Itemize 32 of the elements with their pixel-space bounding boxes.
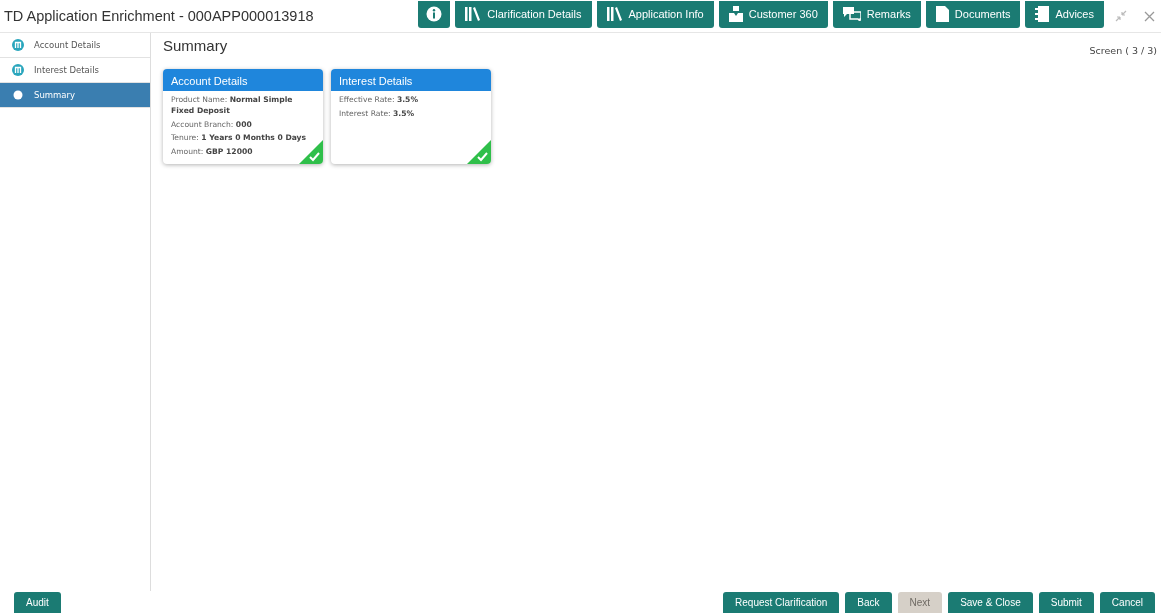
toolbar-button[interactable]: Clarification Details xyxy=(455,0,592,28)
card-header: Account Details xyxy=(163,69,323,91)
window-title: TD Application Enrichment - 000APP000013918 xyxy=(4,8,314,24)
footer-button[interactable]: Back xyxy=(845,592,892,613)
audit-button[interactable]: Audit xyxy=(14,592,61,613)
sidebar-item[interactable]: Account Details xyxy=(0,33,150,58)
notebook-icon xyxy=(1035,6,1050,22)
footer-button[interactable]: Submit xyxy=(1038,592,1094,613)
close-icon[interactable] xyxy=(1144,10,1155,22)
sidebar-item[interactable]: Summary xyxy=(0,83,150,108)
toolbar-button[interactable]: Application Info xyxy=(596,0,714,28)
step-done-icon xyxy=(12,64,24,76)
card-header: Interest Details xyxy=(331,69,491,91)
toolbar-button[interactable]: Remarks xyxy=(832,0,921,28)
document-icon xyxy=(935,6,949,22)
minimize-icon[interactable] xyxy=(1115,10,1127,22)
chat-icon xyxy=(842,7,861,21)
toolbar-button[interactable]: Documents xyxy=(925,0,1021,28)
person-icon xyxy=(728,6,743,22)
step-done-icon xyxy=(12,39,24,51)
step-current-icon xyxy=(12,89,24,101)
books-icon xyxy=(465,7,482,21)
screen-counter: Screen ( 3 / 3) xyxy=(1089,45,1157,56)
info-button[interactable] xyxy=(418,0,451,28)
footer-button[interactable]: Cancel xyxy=(1099,592,1155,613)
footer-button[interactable]: Request Clarification xyxy=(723,592,840,613)
footer-button[interactable]: Save & Close xyxy=(948,592,1033,613)
books-icon xyxy=(606,7,623,21)
page-title: Summary xyxy=(163,37,228,54)
toolbar-button[interactable]: Advices xyxy=(1025,0,1104,28)
info-icon xyxy=(426,6,443,22)
toolbar-button[interactable]: Customer 360 xyxy=(718,0,828,28)
